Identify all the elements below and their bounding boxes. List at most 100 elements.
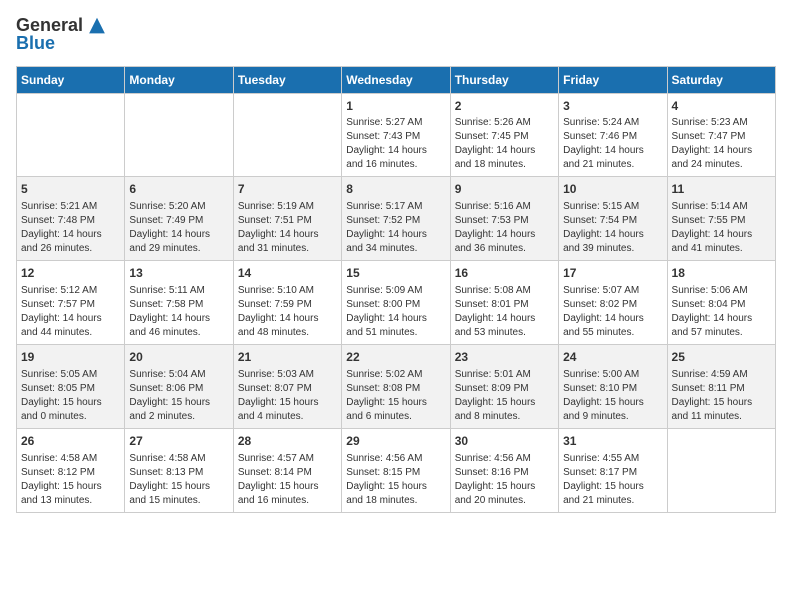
day-info: Sunrise: 4:58 AM Sunset: 8:12 PM Dayligh…	[21, 452, 120, 508]
day-number: 28	[238, 433, 337, 450]
day-info: Sunrise: 5:16 AM Sunset: 7:53 PM Dayligh…	[455, 200, 554, 256]
day-info: Sunrise: 5:14 AM Sunset: 7:55 PM Dayligh…	[672, 200, 771, 256]
calendar-week-row: 12 Sunrise: 5:12 AM Sunset: 7:57 PM Dayli…	[17, 261, 776, 345]
calendar-cell: 6 Sunrise: 5:20 AM Sunset: 7:49 PM Daylig…	[125, 177, 233, 261]
day-info: Sunrise: 5:07 AM Sunset: 8:02 PM Dayligh…	[563, 284, 662, 340]
day-info: Sunrise: 5:15 AM Sunset: 7:54 PM Dayligh…	[563, 200, 662, 256]
calendar-cell: 8 Sunrise: 5:17 AM Sunset: 7:52 PM Daylig…	[342, 177, 450, 261]
weekday-header-tuesday: Tuesday	[233, 66, 341, 93]
day-number: 14	[238, 265, 337, 282]
day-number: 10	[563, 181, 662, 198]
calendar-cell: 10 Sunrise: 5:15 AM Sunset: 7:54 PM Dayli…	[559, 177, 667, 261]
day-number: 22	[346, 349, 445, 366]
calendar-cell: 22 Sunrise: 5:02 AM Sunset: 8:08 PM Dayli…	[342, 344, 450, 428]
day-info: Sunrise: 5:05 AM Sunset: 8:05 PM Dayligh…	[21, 368, 120, 424]
calendar-cell: 18Sunrise: 5:06 AM Sunset: 8:04 PM Dayli…	[667, 261, 775, 345]
day-number: 9	[455, 181, 554, 198]
calendar-cell: 30 Sunrise: 4:56 AM Sunset: 8:16 PM Dayli…	[450, 428, 558, 512]
calendar-cell: 9 Sunrise: 5:16 AM Sunset: 7:53 PM Daylig…	[450, 177, 558, 261]
day-number: 23	[455, 349, 554, 366]
calendar-cell: 4Sunrise: 5:23 AM Sunset: 7:47 PM Daylig…	[667, 93, 775, 177]
calendar-week-row: 5Sunrise: 5:21 AM Sunset: 7:48 PM Daylig…	[17, 177, 776, 261]
day-number: 8	[346, 181, 445, 198]
calendar-week-row: 19 Sunrise: 5:05 AM Sunset: 8:05 PM Dayli…	[17, 344, 776, 428]
day-info: Sunrise: 5:01 AM Sunset: 8:09 PM Dayligh…	[455, 368, 554, 424]
day-number: 31	[563, 433, 662, 450]
calendar-week-row: 1Sunrise: 5:27 AM Sunset: 7:43 PM Daylig…	[17, 93, 776, 177]
day-info: Sunrise: 5:23 AM Sunset: 7:47 PM Dayligh…	[672, 116, 771, 172]
calendar-cell: 29 Sunrise: 4:56 AM Sunset: 8:15 PM Dayli…	[342, 428, 450, 512]
weekday-header-sunday: Sunday	[17, 66, 125, 93]
weekday-header-friday: Friday	[559, 66, 667, 93]
day-number: 25	[672, 349, 771, 366]
calendar-cell: 2Sunrise: 5:26 AM Sunset: 7:45 PM Daylig…	[450, 93, 558, 177]
calendar-cell	[125, 93, 233, 177]
day-number: 3	[563, 98, 662, 115]
day-info: Sunrise: 5:09 AM Sunset: 8:00 PM Dayligh…	[346, 284, 445, 340]
calendar-cell: 23 Sunrise: 5:01 AM Sunset: 8:09 PM Dayli…	[450, 344, 558, 428]
day-info: Sunrise: 5:20 AM Sunset: 7:49 PM Dayligh…	[129, 200, 228, 256]
day-info: Sunrise: 5:12 AM Sunset: 7:57 PM Dayligh…	[21, 284, 120, 340]
calendar-cell: 20Sunrise: 5:04 AM Sunset: 8:06 PM Dayli…	[125, 344, 233, 428]
day-info: Sunrise: 5:26 AM Sunset: 7:45 PM Dayligh…	[455, 116, 554, 172]
calendar-cell: 25 Sunrise: 4:59 AM Sunset: 8:11 PM Dayli…	[667, 344, 775, 428]
calendar-cell: 14Sunrise: 5:10 AM Sunset: 7:59 PM Dayli…	[233, 261, 341, 345]
logo-blue: Blue	[16, 34, 108, 54]
day-info: Sunrise: 4:59 AM Sunset: 8:11 PM Dayligh…	[672, 368, 771, 424]
day-number: 21	[238, 349, 337, 366]
weekday-header-row: SundayMondayTuesdayWednesdayThursdayFrid…	[17, 66, 776, 93]
calendar-cell	[17, 93, 125, 177]
calendar-cell: 15 Sunrise: 5:09 AM Sunset: 8:00 PM Dayli…	[342, 261, 450, 345]
weekday-header-wednesday: Wednesday	[342, 66, 450, 93]
day-number: 7	[238, 181, 337, 198]
day-number: 16	[455, 265, 554, 282]
day-info: Sunrise: 5:11 AM Sunset: 7:58 PM Dayligh…	[129, 284, 228, 340]
calendar-cell: 7 Sunrise: 5:19 AM Sunset: 7:51 PM Daylig…	[233, 177, 341, 261]
day-number: 2	[455, 98, 554, 115]
calendar-cell: 31 Sunrise: 4:55 AM Sunset: 8:17 PM Dayli…	[559, 428, 667, 512]
day-info: Sunrise: 5:08 AM Sunset: 8:01 PM Dayligh…	[455, 284, 554, 340]
calendar-cell: 27 Sunrise: 4:58 AM Sunset: 8:13 PM Dayli…	[125, 428, 233, 512]
day-number: 5	[21, 181, 120, 198]
calendar-cell: 19 Sunrise: 5:05 AM Sunset: 8:05 PM Dayli…	[17, 344, 125, 428]
calendar-table: SundayMondayTuesdayWednesdayThursdayFrid…	[16, 66, 776, 513]
day-number: 19	[21, 349, 120, 366]
day-info: Sunrise: 5:27 AM Sunset: 7:43 PM Dayligh…	[346, 116, 445, 172]
page-header: General Blue	[16, 16, 776, 54]
day-number: 6	[129, 181, 228, 198]
day-number: 29	[346, 433, 445, 450]
calendar-cell: 26 Sunrise: 4:58 AM Sunset: 8:12 PM Dayli…	[17, 428, 125, 512]
day-info: Sunrise: 5:24 AM Sunset: 7:46 PM Dayligh…	[563, 116, 662, 172]
weekday-header-monday: Monday	[125, 66, 233, 93]
logo-icon	[86, 13, 108, 35]
day-number: 18	[672, 265, 771, 282]
day-info: Sunrise: 5:00 AM Sunset: 8:10 PM Dayligh…	[563, 368, 662, 424]
day-number: 17	[563, 265, 662, 282]
weekday-header-thursday: Thursday	[450, 66, 558, 93]
calendar-cell: 11Sunrise: 5:14 AM Sunset: 7:55 PM Dayli…	[667, 177, 775, 261]
day-info: Sunrise: 4:56 AM Sunset: 8:15 PM Dayligh…	[346, 452, 445, 508]
calendar-cell: 16 Sunrise: 5:08 AM Sunset: 8:01 PM Dayli…	[450, 261, 558, 345]
day-number: 4	[672, 98, 771, 115]
day-info: Sunrise: 5:02 AM Sunset: 8:08 PM Dayligh…	[346, 368, 445, 424]
calendar-cell: 12 Sunrise: 5:12 AM Sunset: 7:57 PM Dayli…	[17, 261, 125, 345]
day-info: Sunrise: 5:19 AM Sunset: 7:51 PM Dayligh…	[238, 200, 337, 256]
weekday-header-saturday: Saturday	[667, 66, 775, 93]
calendar-cell: 21 Sunrise: 5:03 AM Sunset: 8:07 PM Dayli…	[233, 344, 341, 428]
calendar-cell	[233, 93, 341, 177]
day-number: 15	[346, 265, 445, 282]
day-info: Sunrise: 5:03 AM Sunset: 8:07 PM Dayligh…	[238, 368, 337, 424]
day-info: Sunrise: 4:58 AM Sunset: 8:13 PM Dayligh…	[129, 452, 228, 508]
day-number: 24	[563, 349, 662, 366]
day-number: 27	[129, 433, 228, 450]
logo: General Blue	[16, 16, 108, 54]
calendar-cell: 1Sunrise: 5:27 AM Sunset: 7:43 PM Daylig…	[342, 93, 450, 177]
day-info: Sunrise: 4:56 AM Sunset: 8:16 PM Dayligh…	[455, 452, 554, 508]
day-info: Sunrise: 4:57 AM Sunset: 8:14 PM Dayligh…	[238, 452, 337, 508]
day-number: 26	[21, 433, 120, 450]
day-info: Sunrise: 5:17 AM Sunset: 7:52 PM Dayligh…	[346, 200, 445, 256]
calendar-cell: 28 Sunrise: 4:57 AM Sunset: 8:14 PM Dayli…	[233, 428, 341, 512]
day-number: 12	[21, 265, 120, 282]
day-number: 30	[455, 433, 554, 450]
day-info: Sunrise: 4:55 AM Sunset: 8:17 PM Dayligh…	[563, 452, 662, 508]
